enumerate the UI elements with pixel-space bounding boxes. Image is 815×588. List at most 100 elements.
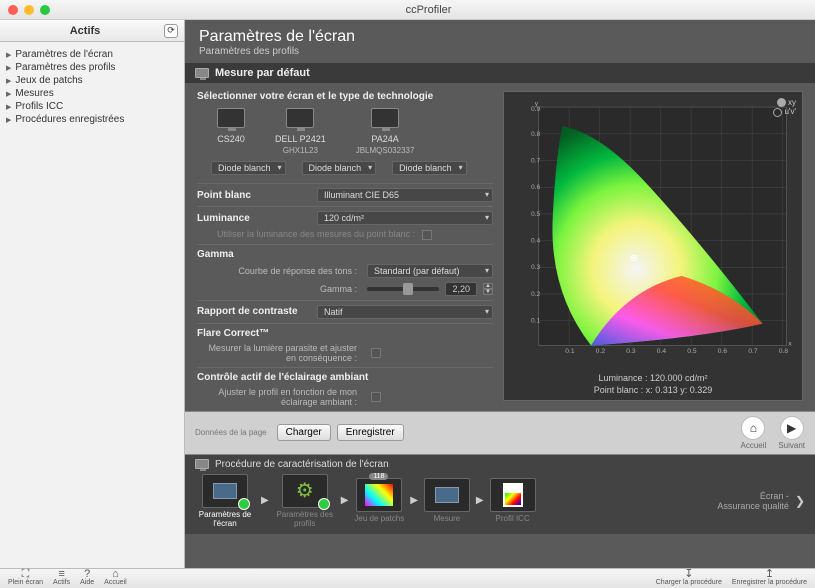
workflow-extra-label: Écran - Assurance qualité: [717, 491, 789, 511]
gamut-coord-toggle[interactable]: xy u'v': [773, 98, 796, 117]
arrow-icon: ▶: [476, 495, 484, 506]
svg-text:0.7: 0.7: [531, 157, 541, 164]
select-display-label: Sélectionner votre écran et le type de t…: [197, 91, 493, 102]
workflow-step[interactable]: Profil ICC: [490, 478, 536, 523]
section-title: Mesure par défaut: [215, 67, 310, 79]
svg-text:0.1: 0.1: [531, 318, 541, 325]
monitor-item[interactable]: CS240: [217, 108, 245, 155]
sidebar: Actifs ⟳ Paramètres de l'écranParamètres…: [0, 20, 185, 568]
svg-text:0.2: 0.2: [596, 348, 606, 355]
svg-text:0.5: 0.5: [531, 211, 541, 218]
pagedata-label: Données de la page: [195, 428, 267, 437]
gamut-chart: xy u'v': [503, 91, 803, 401]
svg-text:0.2: 0.2: [531, 291, 541, 298]
luminance-label: Luminance: [197, 213, 307, 224]
arrow-icon: ▶: [341, 495, 349, 506]
main-panel: Paramètres de l'écran Paramètres des pro…: [185, 20, 815, 568]
page-title: Paramètres de l'écran: [199, 28, 801, 46]
sidebar-item[interactable]: Jeux de patchs: [4, 74, 180, 87]
tone-curve-label: Courbe de réponse des tons :: [197, 266, 357, 276]
window-title: ccProfiler: [50, 4, 807, 16]
flare-check-label: Mesurer la lumière parasite et ajuster e…: [197, 343, 357, 363]
workflow-panel: Procédure de caractérisation de l'écran …: [185, 455, 815, 534]
workflow-step[interactable]: Mesure: [424, 478, 470, 523]
toolbar-button[interactable]: ?Aide: [80, 569, 94, 586]
home-button[interactable]: ⌂: [741, 416, 765, 440]
contrast-select[interactable]: Natif: [317, 305, 493, 319]
workflow-step[interactable]: Paramètres de l'écran: [195, 474, 255, 528]
tone-curve-select[interactable]: Standard (par défaut): [367, 264, 493, 278]
svg-text:x: x: [788, 340, 792, 347]
chevron-right-icon[interactable]: ❯: [795, 494, 805, 508]
svg-text:0.3: 0.3: [531, 264, 541, 271]
toolbar-button[interactable]: ⛶Plein écran: [8, 569, 43, 586]
ambient-check-label: Ajuster le profil en fonction de mon écl…: [197, 387, 357, 407]
monitor-item[interactable]: PA24AJBLMQS032337: [356, 108, 415, 155]
flare-label: Flare Correct™: [197, 328, 307, 339]
luminance-select[interactable]: 120 cd/m²: [317, 211, 493, 225]
svg-text:0.1: 0.1: [565, 348, 575, 355]
toolbar-button[interactable]: ↧Charger la procédure: [656, 569, 722, 586]
ambient-checkbox[interactable]: [371, 392, 381, 402]
refresh-icon[interactable]: ⟳: [164, 24, 178, 38]
sidebar-item[interactable]: Mesures: [4, 87, 180, 100]
gamut-svg: 0.10.20.30.40.50.60.70.80.9 0.10.20.30.4…: [510, 98, 796, 368]
monitor-icon: [371, 108, 399, 128]
svg-text:0.6: 0.6: [718, 348, 728, 355]
svg-text:0.3: 0.3: [626, 348, 636, 355]
svg-text:0.4: 0.4: [657, 348, 667, 355]
svg-text:0.6: 0.6: [531, 184, 541, 191]
traffic-lights: [8, 5, 50, 15]
flare-checkbox[interactable]: [371, 348, 381, 358]
next-button[interactable]: ▶: [780, 416, 804, 440]
close-icon[interactable]: [8, 5, 18, 15]
luminance-checkbox-row: Utiliser la luminance des mesures du poi…: [197, 229, 493, 240]
gamut-whitepoint-label: Point blanc : x: 0.313 y: 0.329: [510, 385, 796, 395]
gamma-label: Gamma: [197, 249, 307, 260]
monitor-item[interactable]: DELL P2421GHX1L23: [275, 108, 326, 155]
gamma-slider[interactable]: [367, 287, 439, 291]
sidebar-item[interactable]: Procédures enregistrées: [4, 113, 180, 126]
sidebar-item[interactable]: Paramètres de l'écran: [4, 48, 180, 61]
gamut-luminance-label: Luminance : 120.000 cd/m²: [510, 373, 796, 383]
monitor-icon: [286, 108, 314, 128]
monitor-tech-select[interactable]: Diode blanch: [302, 161, 377, 175]
whitepoint-select[interactable]: Illuminant CIE D65: [317, 188, 493, 202]
gamma-stepper[interactable]: ▲▼: [483, 283, 493, 295]
gamma-value: 2,20: [445, 282, 477, 296]
monitor-icon: [195, 459, 209, 469]
monitor-icon: [195, 68, 209, 78]
minimize-icon[interactable]: [24, 5, 34, 15]
sidebar-header-label: Actifs: [6, 25, 164, 37]
sidebar-item[interactable]: Paramètres des profils: [4, 61, 180, 74]
workflow-title: Procédure de caractérisation de l'écran: [215, 459, 389, 470]
whitepoint-label: Point blanc: [197, 190, 307, 201]
svg-text:0.8: 0.8: [779, 348, 789, 355]
workflow-step[interactable]: 118Jeu de patchs: [354, 478, 404, 523]
sidebar-header: Actifs ⟳: [0, 20, 184, 42]
sidebar-item[interactable]: Profils ICC: [4, 100, 180, 113]
monitor-tech-select[interactable]: Diode blanch: [392, 161, 467, 175]
toolbar-button[interactable]: ⌂Accueil: [104, 569, 127, 586]
toolbar-button[interactable]: ↥Enregistrer la procédure: [732, 569, 807, 586]
page-subtitle: Paramètres des profils: [199, 46, 801, 57]
action-bar: Données de la page Charger Enregistrer ⌂…: [185, 411, 815, 455]
svg-text:0.8: 0.8: [531, 131, 541, 138]
svg-text:0.4: 0.4: [531, 238, 541, 245]
maximize-icon[interactable]: [40, 5, 50, 15]
arrow-icon: ▶: [261, 495, 269, 506]
arrow-icon: ▶: [410, 495, 418, 506]
check-icon: [318, 498, 330, 510]
section-header: Mesure par défaut: [185, 63, 815, 83]
gamma-value-label: Gamma :: [197, 284, 357, 294]
toolbar-button[interactable]: ≡Actifs: [53, 569, 70, 586]
luminance-checkbox[interactable]: [422, 230, 432, 240]
load-button[interactable]: Charger: [277, 424, 331, 441]
ambient-label: Contrôle actif de l'éclairage ambiant: [197, 372, 368, 383]
monitor-tech-select[interactable]: Diode blanch: [211, 161, 286, 175]
save-button[interactable]: Enregistrer: [337, 424, 404, 441]
svg-text:0.5: 0.5: [687, 348, 697, 355]
workflow-step[interactable]: ⚙Paramètres des profils: [275, 474, 335, 528]
check-icon: [238, 498, 250, 510]
contrast-label: Rapport de contraste: [197, 306, 307, 317]
